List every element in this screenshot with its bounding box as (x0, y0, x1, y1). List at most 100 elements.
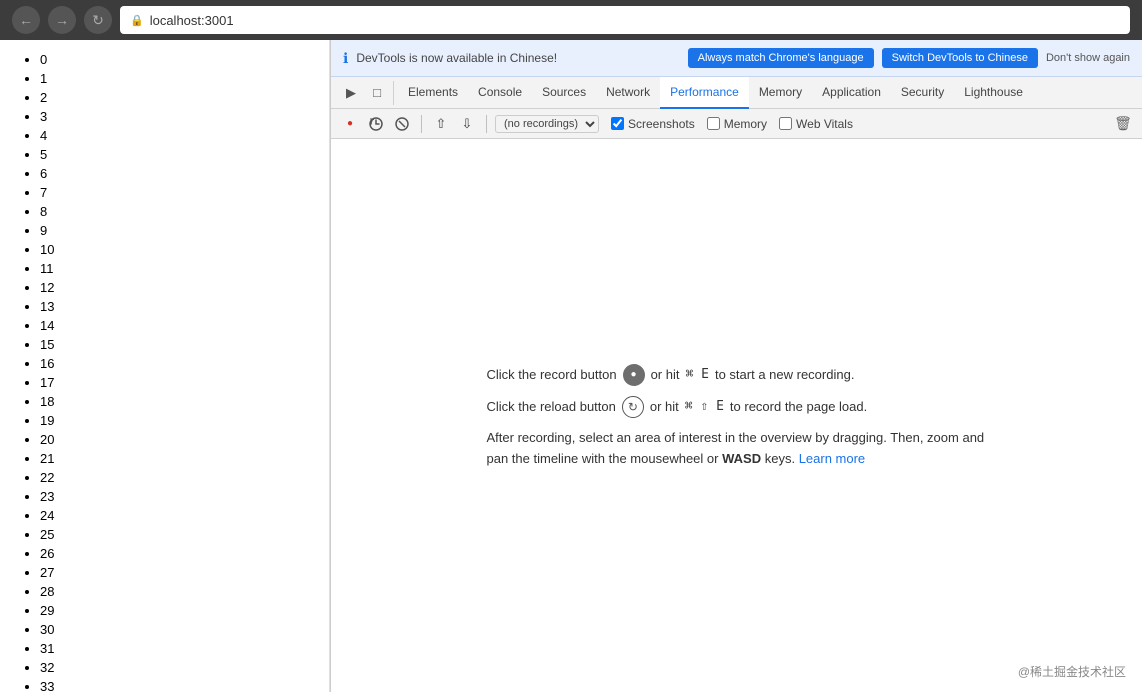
list-item: 33 (40, 677, 309, 692)
list-item: 16 (40, 354, 309, 373)
checkbox-group: Screenshots Memory Web Vitals (611, 117, 853, 131)
tab-bar-icons: ▶ □ (335, 81, 394, 105)
list-item: 13 (40, 297, 309, 316)
stop-button[interactable] (391, 113, 413, 135)
info-banner: ℹ DevTools is now available in Chinese! … (331, 40, 1142, 77)
list-item: 21 (40, 449, 309, 468)
watermark: @稀土掘金技术社区 (1018, 663, 1126, 680)
list-item: 11 (40, 259, 309, 278)
record-instruction-cmd: ⌘ E (685, 362, 708, 388)
screenshots-checkbox[interactable] (611, 117, 624, 130)
list-item: 4 (40, 126, 309, 145)
forward-button[interactable]: → (48, 6, 76, 34)
record-instruction: Click the record button ● or hit ⌘ E to … (487, 362, 987, 388)
web-vitals-checkbox[interactable] (779, 117, 792, 130)
after-recording-post: keys. (765, 451, 795, 466)
record-button[interactable]: ● (339, 113, 361, 135)
reload-instruction-cmd: ⌘ ⇧ E (685, 394, 724, 420)
back-button[interactable]: ← (12, 6, 40, 34)
tab-console[interactable]: Console (468, 77, 532, 109)
tab-security[interactable]: Security (891, 77, 954, 109)
after-recording-instruction: After recording, select an area of inter… (487, 428, 987, 470)
performance-instructions: Click the record button ● or hit ⌘ E to … (487, 362, 987, 470)
page-list: 0123456789101112131415161718192021222324… (20, 50, 309, 692)
reload-profile-button[interactable] (365, 113, 387, 135)
list-item: 26 (40, 544, 309, 563)
list-item: 20 (40, 430, 309, 449)
list-item: 24 (40, 506, 309, 525)
tab-lighthouse[interactable]: Lighthouse (954, 77, 1033, 109)
screenshots-checkbox-label[interactable]: Screenshots (611, 117, 695, 131)
record-inline-icon: ● (623, 364, 645, 386)
screenshots-label: Screenshots (628, 117, 695, 131)
tab-sources[interactable]: Sources (532, 77, 596, 109)
tab-performance[interactable]: Performance (660, 77, 749, 109)
dont-show-again-button[interactable]: Don't show again (1046, 52, 1130, 64)
web-vitals-checkbox-label[interactable]: Web Vitals (779, 117, 853, 131)
list-item: 27 (40, 563, 309, 582)
list-item: 2 (40, 88, 309, 107)
list-item: 7 (40, 183, 309, 202)
web-vitals-label: Web Vitals (796, 117, 853, 131)
list-item: 23 (40, 487, 309, 506)
reload-inline-icon: ↻ (622, 396, 644, 418)
list-item: 10 (40, 240, 309, 259)
list-item: 31 (40, 639, 309, 658)
record-instruction-pre: Click the record button (487, 362, 617, 388)
wasd-text: WASD (722, 451, 761, 466)
tab-bar: ▶ □ Elements Console Sources Network Per… (331, 77, 1142, 109)
toolbar-divider-1 (421, 115, 422, 133)
learn-more-link[interactable]: Learn more (799, 451, 865, 466)
list-item: 17 (40, 373, 309, 392)
memory-checkbox[interactable] (707, 117, 720, 130)
list-item: 32 (40, 658, 309, 677)
performance-toolbar: ● ⇧ ⇩ (no recordings) (331, 109, 1142, 139)
match-language-button[interactable]: Always match Chrome's language (688, 48, 874, 68)
upload-profile-button[interactable]: ⇧ (430, 113, 452, 135)
reload-instruction-post: to record the page load. (730, 394, 867, 420)
list-item: 1 (40, 69, 309, 88)
list-item: 29 (40, 601, 309, 620)
list-item: 6 (40, 164, 309, 183)
list-item: 14 (40, 316, 309, 335)
address-bar[interactable]: 🔒 localhost:3001 (120, 6, 1130, 34)
main-layout: 0123456789101112131415161718192021222324… (0, 40, 1142, 692)
list-item: 30 (40, 620, 309, 639)
info-icon: ℹ (343, 50, 348, 67)
record-instruction-post: to start a new recording. (715, 362, 854, 388)
tab-elements[interactable]: Elements (398, 77, 468, 109)
browser-chrome: ← → ↻ 🔒 localhost:3001 (0, 0, 1142, 40)
lock-icon: 🔒 (130, 14, 144, 27)
list-item: 18 (40, 392, 309, 411)
memory-label: Memory (724, 117, 767, 131)
reload-button[interactable]: ↻ (84, 6, 112, 34)
tab-memory[interactable]: Memory (749, 77, 812, 109)
devtools-panel: ℹ DevTools is now available in Chinese! … (330, 40, 1142, 692)
list-item: 12 (40, 278, 309, 297)
list-item: 19 (40, 411, 309, 430)
list-item: 5 (40, 145, 309, 164)
download-profile-button[interactable]: ⇩ (456, 113, 478, 135)
reload-instruction: Click the reload button ↻ or hit ⌘ ⇧ E t… (487, 394, 987, 420)
list-item: 3 (40, 107, 309, 126)
tab-network[interactable]: Network (596, 77, 660, 109)
list-item: 0 (40, 50, 309, 69)
page-content: 0123456789101112131415161718192021222324… (0, 40, 330, 692)
tab-application[interactable]: Application (812, 77, 891, 109)
recordings-select[interactable]: (no recordings) (495, 115, 599, 133)
switch-language-button[interactable]: Switch DevTools to Chinese (882, 48, 1038, 68)
performance-main-area: Click the record button ● or hit ⌘ E to … (331, 139, 1142, 692)
url-text: localhost:3001 (150, 13, 234, 28)
list-item: 28 (40, 582, 309, 601)
toolbar-divider-2 (486, 115, 487, 133)
list-item: 15 (40, 335, 309, 354)
reload-instruction-mid: or hit (650, 394, 679, 420)
memory-checkbox-label[interactable]: Memory (707, 117, 767, 131)
inspect-icon[interactable]: ▶ (339, 81, 363, 105)
list-item: 8 (40, 202, 309, 221)
clear-recordings-button[interactable]: 🗑 (1112, 113, 1134, 135)
reload-instruction-pre: Click the reload button (487, 394, 616, 420)
list-item: 9 (40, 221, 309, 240)
device-toolbar-icon[interactable]: □ (365, 81, 389, 105)
banner-message: DevTools is now available in Chinese! (356, 51, 679, 65)
